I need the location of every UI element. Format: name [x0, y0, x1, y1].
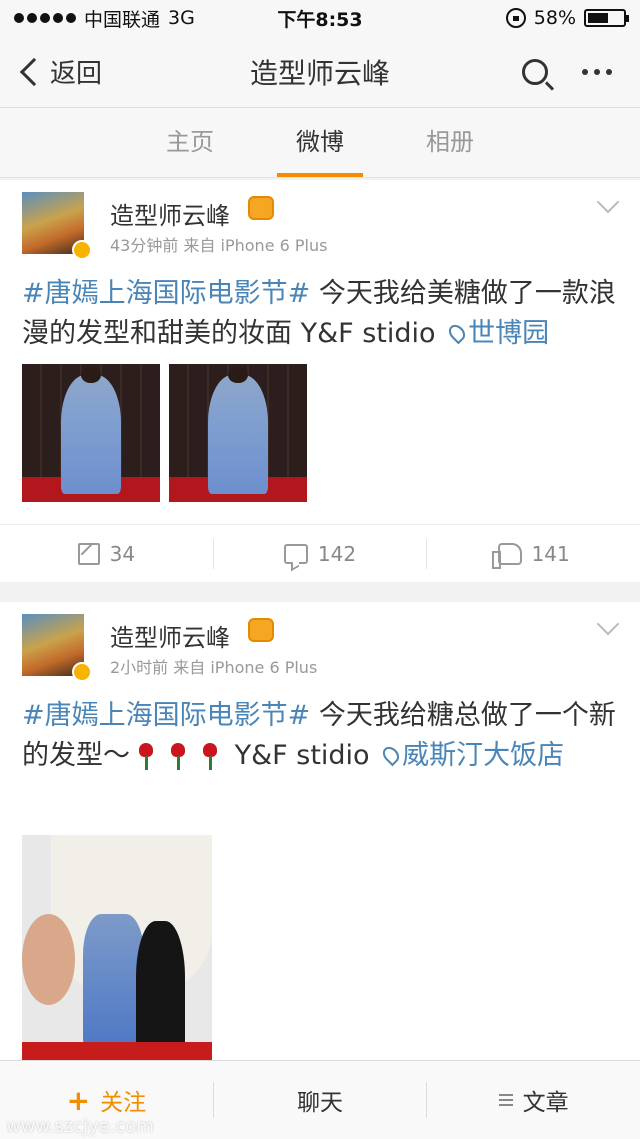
page-title: 造型师云峰: [249, 56, 390, 90]
verified-badge-icon: [72, 240, 92, 260]
post-header: 造型师云峰 2小时前 来自 iPhone 6 Plus: [0, 602, 640, 682]
like-button[interactable]: 141: [427, 541, 640, 569]
chat-label: 聊天: [297, 1090, 343, 1116]
rose-icon: [201, 742, 219, 771]
signal-dots-icon: [14, 13, 76, 23]
crown-icon: [248, 618, 274, 642]
battery-icon: [584, 9, 629, 27]
post-image[interactable]: [22, 364, 160, 502]
location-pin-icon: [445, 321, 469, 345]
tab-home[interactable]: 主页: [125, 108, 255, 177]
post-text: #唐嫣上海国际电影节# 今天我给糖总做了一个新的发型～ Y&F stidio 威…: [22, 696, 622, 776]
rotation-lock-icon: [505, 8, 526, 28]
search-icon[interactable]: [522, 58, 548, 85]
location-pin-icon: [379, 743, 403, 767]
post-image[interactable]: [22, 835, 212, 1062]
post-author[interactable]: 造型师云峰: [110, 196, 230, 231]
location-link[interactable]: 威斯汀大饭店: [378, 740, 564, 771]
rose-icon: [169, 742, 187, 771]
chevron-down-icon[interactable]: [596, 190, 620, 214]
nav-bar: 返回 造型师云峰: [0, 36, 640, 108]
list-icon: [498, 1094, 513, 1106]
post-card[interactable]: 造型师云峰 43分钟前 来自 iPhone 6 Plus #唐嫣上海国际电影节#…: [0, 180, 640, 582]
tab-album[interactable]: 相册: [385, 108, 515, 177]
location-label: 威斯汀大饭店: [402, 740, 565, 771]
post-card[interactable]: 造型师云峰 2小时前 来自 iPhone 6 Plus #唐嫣上海国际电影节# …: [0, 602, 640, 1062]
battery-fill: [588, 13, 608, 23]
chat-button[interactable]: 聊天: [214, 1083, 427, 1117]
nav-actions: [500, 58, 640, 85]
article-label: 文章: [522, 1090, 569, 1116]
location-link[interactable]: 世博园: [444, 318, 549, 349]
hashtag-link[interactable]: #唐嫣上海国际电影节#: [22, 278, 310, 309]
post-header: 造型师云峰 43分钟前 来自 iPhone 6 Plus: [0, 180, 640, 260]
chevron-left-icon: [19, 57, 49, 86]
location-label: 世博园: [468, 318, 550, 349]
plus-icon: +: [66, 1083, 91, 1117]
post-meta: 2小时前 来自 iPhone 6 Plus: [110, 658, 318, 677]
tab-weibo[interactable]: 微博: [255, 108, 385, 177]
profile-tabs: 主页 微博 相册: [0, 108, 640, 178]
comment-count: 142: [317, 541, 357, 566]
chevron-down-icon[interactable]: [596, 612, 620, 636]
status-left: 中国联通 3G: [14, 5, 506, 32]
comment-button[interactable]: 142: [214, 542, 427, 566]
status-bar: 中国联通 3G 下午8:53 58%: [0, 0, 640, 36]
follow-button[interactable]: + 关注: [0, 1083, 213, 1117]
comment-icon: [283, 543, 308, 564]
verified-badge-icon: [72, 662, 92, 682]
network-label: 3G: [168, 7, 195, 29]
battery-percent: 58%: [533, 7, 576, 29]
post-text: #唐嫣上海国际电影节# 今天我给美糖做了一款浪漫的发型和甜美的妆面 Y&F st…: [22, 274, 622, 354]
repost-icon: [77, 542, 100, 565]
thumbs-up-icon: [491, 542, 522, 569]
back-label: 返回: [50, 59, 103, 89]
like-count: 141: [531, 541, 570, 566]
repost-count: 34: [109, 541, 136, 566]
watermark: www.szcjye.com: [6, 1116, 154, 1137]
repost-button[interactable]: 34: [0, 542, 213, 566]
status-right: 58%: [505, 7, 629, 29]
back-button[interactable]: 返回: [0, 53, 140, 90]
post-meta: 43分钟前 来自 iPhone 6 Plus: [110, 236, 328, 255]
follow-label: 关注: [100, 1090, 147, 1116]
post-image[interactable]: [169, 364, 307, 502]
hashtag-link[interactable]: #唐嫣上海国际电影节#: [22, 700, 310, 731]
more-icon[interactable]: [582, 68, 612, 75]
post-actions: 34 142 141: [0, 524, 640, 582]
post-body-suffix: Y&F stidio: [234, 740, 379, 771]
article-button[interactable]: 文章: [427, 1083, 640, 1117]
rose-icon: [137, 742, 155, 771]
carrier-label: 中国联通: [84, 8, 161, 31]
crown-icon: [248, 196, 274, 220]
post-author[interactable]: 造型师云峰: [110, 618, 230, 653]
